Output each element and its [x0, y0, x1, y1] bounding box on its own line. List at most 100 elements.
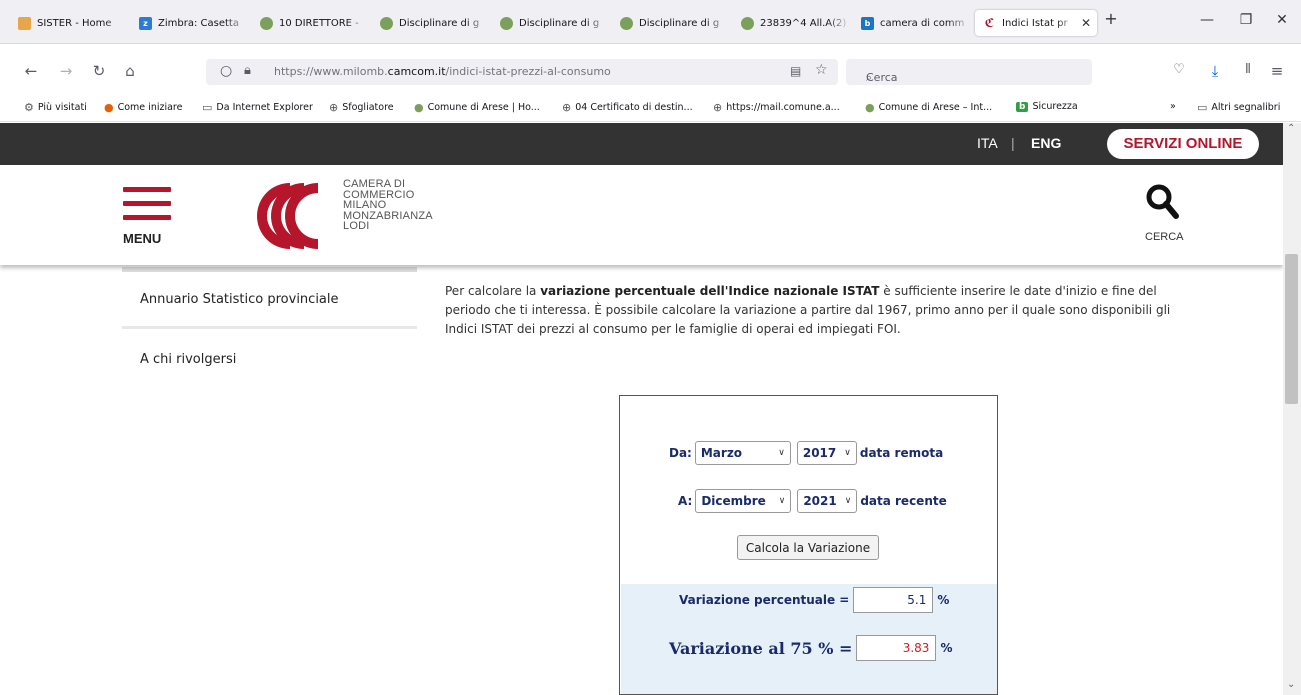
lang-eng-link[interactable]: ENG — [1031, 135, 1061, 151]
cerca-button[interactable] — [1145, 183, 1179, 227]
variazione-output[interactable]: 5.1 — [853, 587, 934, 613]
address-bar[interactable]: ○ 🔒︎ https://www.milomb.camcom.it/indici… — [206, 59, 838, 85]
variazione-row: Variazione percentuale = 5.1 % — [679, 587, 949, 613]
bookmark-label: Più visitati — [37, 102, 87, 113]
bookmark-star-icon[interactable]: ☆ — [815, 62, 828, 78]
hamburger-bar — [123, 215, 171, 220]
logo-line: LODI — [343, 220, 370, 232]
bookmark-piu-visitati[interactable]: ⚙ Più visitati — [24, 101, 87, 114]
crest-icon: ● — [865, 101, 875, 114]
close-window-button[interactable]: ✕ — [1272, 12, 1292, 28]
web-page: ITA | ENG SERVIZI ONLINE MENU CAMERA DI … — [0, 123, 1283, 695]
hamburger-bar — [123, 201, 171, 206]
tab-bing-search[interactable]: b camera di comm — [861, 10, 971, 36]
tab-direttore[interactable]: 10 DIRETTORE - — [260, 10, 370, 36]
home-icon[interactable]: ⌂ — [119, 62, 141, 80]
servizi-online-button[interactable]: SERVIZI ONLINE — [1107, 129, 1259, 159]
tab-all-a[interactable]: 23839^4 All.A(2) — [741, 10, 851, 36]
library-icon[interactable]: ⫴ — [1237, 62, 1259, 77]
bookmark-internet-explorer[interactable]: ▭ Da Internet Explorer — [202, 101, 313, 114]
pocket-icon[interactable]: ♡ — [1168, 62, 1190, 77]
sidebar-top-border — [122, 267, 417, 272]
crest-icon — [741, 16, 754, 30]
hamburger-menu-icon[interactable]: ≡ — [1266, 62, 1288, 80]
variazione-75-label: Variazione al 75 % = — [669, 638, 853, 658]
folder-icon: ▭ — [1197, 101, 1208, 114]
tab-disciplinare-3[interactable]: Disciplinare di g — [620, 10, 730, 36]
bookmark-label: Come iniziare — [117, 102, 183, 113]
new-tab-button[interactable]: + — [1101, 9, 1121, 28]
lang-ita-link[interactable]: ITA — [977, 135, 998, 151]
sister-icon — [18, 16, 31, 30]
lang-separator: | — [1011, 135, 1015, 151]
tab-label: SISTER - Home — [37, 17, 112, 29]
navigation-bar: ← → ↻ ⌂ ○ 🔒︎ https://www.milomb.camcom.i… — [0, 56, 1301, 92]
b-icon: b — [1016, 101, 1029, 112]
tab-indici-istat[interactable]: ℭ Indici Istat pr ✕ — [975, 10, 1097, 36]
close-tab-icon[interactable]: ✕ — [1081, 16, 1091, 30]
forward-arrow-icon[interactable]: → — [55, 62, 77, 80]
shield-icon: ○ — [220, 63, 233, 79]
variazione-75-row: Variazione al 75 % = 3.83 % — [669, 635, 952, 661]
scrollbar-thumb[interactable] — [1285, 254, 1298, 404]
camcom-logo[interactable] — [246, 177, 336, 259]
reload-icon[interactable]: ↻ — [88, 62, 110, 80]
crest-icon: ● — [414, 101, 424, 114]
search-input[interactable]: ⌕ Cerca — [846, 59, 1092, 85]
calcola-variazione-button[interactable]: Calcola la Variazione — [737, 535, 879, 560]
scroll-up-icon[interactable]: ⌃ — [1287, 123, 1295, 134]
from-label: Da: — [669, 446, 692, 460]
from-year-select[interactable]: 2017 ∨ — [796, 441, 857, 465]
search-placeholder: Cerca — [866, 71, 898, 84]
tab-disciplinare-2[interactable]: Disciplinare di g — [500, 10, 610, 36]
bookmark-sfogliatore[interactable]: ⊕ Sfogliatore — [329, 101, 394, 114]
cerca-label: CERCA — [1145, 231, 1184, 243]
tab-zimbra[interactable]: z Zimbra: Casetta — [139, 10, 249, 36]
to-month-select[interactable]: Dicembre ∨ — [695, 489, 792, 513]
bookmark-mail-comune[interactable]: ⊕ https://mail.comune.a... — [713, 101, 840, 114]
istat-calculator: Da: Marzo ∨ 2017 ∨ data remota A: Dicembre… — [619, 395, 998, 695]
bookmarks-bar: ⚙ Più visitati ● Come iniziare ▭ Da Interne… — [0, 94, 1301, 122]
scroll-down-icon[interactable]: ⌄ — [1287, 679, 1295, 690]
from-note: data remota — [859, 446, 944, 460]
globe-icon: ⊕ — [329, 101, 339, 114]
tab-sister[interactable]: SISTER - Home — [18, 10, 128, 36]
bookmark-label: Comune di Arese | Ho... — [427, 102, 540, 113]
bookmark-comune-arese-int[interactable]: ● Comune di Arese – Int... — [865, 101, 992, 114]
restore-button[interactable]: ❐ — [1236, 12, 1256, 28]
chevron-down-icon: ∨ — [844, 496, 852, 506]
tab-disciplinare-1[interactable]: Disciplinare di g — [380, 10, 490, 36]
sidebar-item-annuario[interactable]: Annuario Statistico provinciale — [140, 292, 339, 307]
globe-icon: ⊕ — [562, 101, 572, 114]
reader-view-icon[interactable]: ▤ — [790, 64, 801, 78]
crest-icon — [380, 16, 393, 30]
camcom-icon: ℭ — [983, 16, 996, 30]
zimbra-icon: z — [139, 16, 152, 30]
from-month-select[interactable]: Marzo ∨ — [694, 441, 791, 465]
back-arrow-icon[interactable]: ← — [20, 62, 42, 80]
logo-text: CAMERA DI COMMERCIO MILANO MONZABRIANZA … — [343, 179, 433, 232]
bookmark-label: Da Internet Explorer — [216, 102, 313, 113]
chevron-down-icon: ∨ — [778, 496, 786, 506]
to-note: data recente — [860, 494, 947, 508]
percent-unit: % — [937, 593, 950, 607]
bookmarks-overflow-chevron-icon[interactable]: » — [1170, 101, 1176, 112]
bookmark-label: 04 Certificato di destin... — [575, 102, 693, 113]
crest-icon — [500, 16, 513, 30]
to-date-row: A: Dicembre ∨ 2021 ∨ data recente — [678, 489, 947, 513]
bookmark-altri-segnalibri[interactable]: ▭ Altri segnalibri — [1197, 101, 1280, 114]
gear-icon: ⚙ — [24, 101, 34, 114]
folder-icon: ▭ — [202, 101, 213, 114]
to-year-select[interactable]: 2021 ∨ — [797, 489, 858, 513]
sidebar-item-contatti[interactable]: A chi rivolgersi — [140, 352, 236, 367]
minimize-button[interactable]: — — [1197, 12, 1217, 28]
bookmark-come-iniziare[interactable]: ● Come iniziare — [104, 101, 182, 114]
bookmark-certificato[interactable]: ⊕ 04 Certificato di destin... — [562, 101, 693, 114]
download-icon[interactable]: ⤓ — [1204, 62, 1226, 80]
chevron-down-icon: ∨ — [778, 448, 785, 458]
variazione-75-output[interactable]: 3.83 — [856, 635, 937, 661]
bookmark-comune-arese[interactable]: ● Comune di Arese | Ho... — [414, 101, 540, 114]
bookmark-sicurezza[interactable]: b Sicurezza — [1016, 101, 1078, 112]
page-scrollbar[interactable]: ⌃ ⌄ — [1283, 123, 1301, 695]
from-date-row: Da: Marzo ∨ 2017 ∨ data remota — [669, 441, 943, 465]
